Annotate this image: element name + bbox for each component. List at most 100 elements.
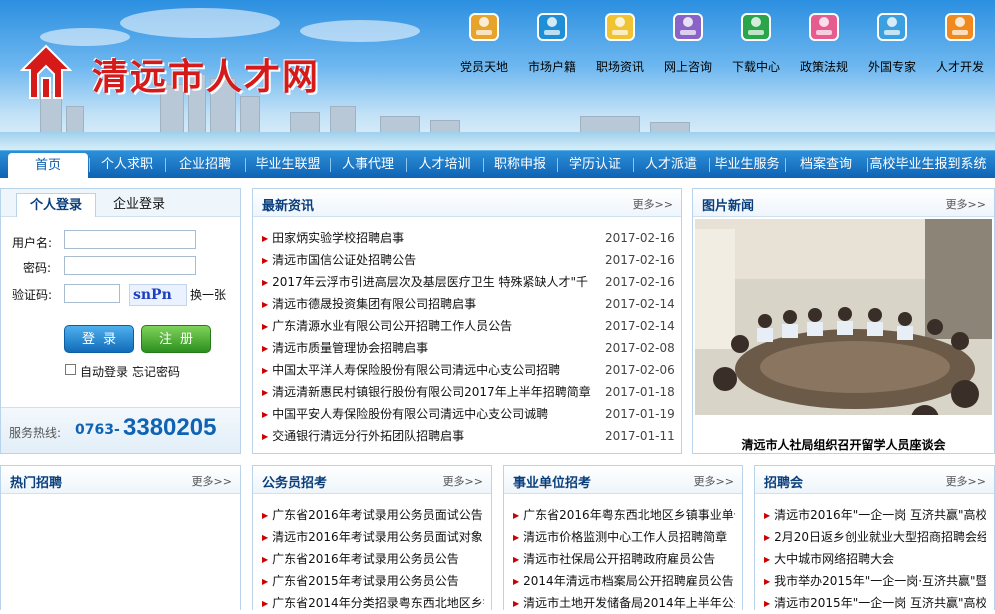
civil-service-panel: 公务员招考 更多>> ▶ 广东省2016年考试录用公务员面试公告 ▶ 清远市2016年… (252, 465, 492, 610)
cloud (120, 8, 280, 38)
register-button[interactable]: 注册 (141, 325, 211, 353)
nav-item-11[interactable]: 高校毕业生报到系统 (868, 151, 988, 179)
bullet-icon: ▶ (764, 599, 771, 608)
news-item-title: 中国太平洋人寿保险股份有限公司清远中心支公司招聘 (272, 363, 561, 377)
photo-news-more-link[interactable]: 更多>> (946, 196, 986, 212)
nav-separator (785, 158, 786, 172)
news-item-date: 2017-02-16 (605, 231, 675, 245)
latest-news-more-link[interactable]: 更多>> (633, 196, 673, 212)
captcha-input[interactable] (64, 284, 120, 303)
news-item-date: 2017-01-19 (605, 407, 675, 421)
login-button[interactable]: 登录 (64, 325, 134, 353)
list-item[interactable]: ▶ 清远市2016年考试录用公务员面试对象 (262, 526, 484, 548)
news-item-date: 2017-01-18 (605, 385, 675, 399)
news-item[interactable]: ▶ 中国太平洋人寿保险股份有限公司清远中心支公司招聘 2017-02-06 (262, 359, 675, 381)
password-input[interactable] (64, 256, 196, 275)
news-item-date: 2017-02-14 (605, 319, 675, 333)
meeting-photo[interactable] (695, 219, 992, 435)
nav-item-7[interactable]: 学历认证 (558, 151, 632, 179)
people-news-icon (600, 6, 640, 46)
login-tabs: 个人登录 企业登录 (1, 189, 240, 217)
refresh-captcha-link[interactable]: 换一张 (190, 286, 226, 303)
list-item[interactable]: ▶ 广东省2014年分类招录粤东西北地区乡镇 (262, 592, 484, 614)
top-nav-item[interactable]: 职场资讯 (588, 6, 652, 76)
nav-item-6[interactable]: 职称申报 (484, 151, 556, 179)
list-item[interactable]: ▶ 大中城市网络招聘大会 (764, 548, 986, 570)
latest-news-title: 最新资讯 (262, 199, 315, 214)
job-fairs-more-link[interactable]: 更多>> (946, 473, 986, 489)
hotline-label: 服务热线: (9, 426, 62, 440)
username-input[interactable] (64, 230, 196, 249)
nav-item-9[interactable]: 毕业生服务 (710, 151, 784, 179)
list-item[interactable]: ▶ 清远市2015年"一企一岗 互济共赢"高校 (764, 592, 986, 614)
top-nav-item[interactable]: 市场户籍 (520, 6, 584, 76)
tab-personal-login[interactable]: 个人登录 (16, 193, 96, 217)
panel-header: 热门招聘 更多>> (1, 466, 240, 494)
news-item[interactable]: ▶ 清远市国信公证处招聘公告 2017-02-16 (262, 249, 675, 271)
site-logo-icon (20, 44, 72, 99)
list-item[interactable]: ▶ 广东省2016年粤东西北地区乡镇事业单位 (513, 504, 735, 526)
list-item-title: 广东省2014年分类招录粤东西北地区乡镇 (272, 596, 484, 610)
top-nav-item[interactable]: 网上咨询 (656, 6, 720, 76)
hot-jobs-more-link[interactable]: 更多>> (192, 473, 232, 489)
nav-item-10[interactable]: 档案查询 (786, 151, 866, 179)
tab-company-login[interactable]: 企业登录 (99, 193, 179, 217)
news-item[interactable]: ▶ 清远市质量管理协会招聘启事 2017-02-08 (262, 337, 675, 359)
captcha-label: 验证码: (12, 288, 53, 302)
list-item[interactable]: ▶ 清远市2016年"一企一岗 互济共赢"高校 (764, 504, 986, 526)
news-item[interactable]: ▶ 清远清新惠民村镇银行股份有限公司2017年上半年招聘简章 2017-01-18 (262, 381, 675, 403)
news-item[interactable]: ▶ 广东清源水业有限公司公开招聘工作人员公告 2017-02-14 (262, 315, 675, 337)
news-item-date: 2017-02-06 (605, 363, 675, 377)
top-nav-item[interactable]: 外国专家 (860, 6, 924, 76)
top-nav-item[interactable]: 人才开发 (928, 6, 992, 76)
auto-login-label: 自动登录 (80, 365, 129, 379)
list-item[interactable]: ▶ 广东省2015年考试录用公务员公告 (262, 570, 484, 592)
list-item-title: 清远市土地开发储备局2014年上半年公开 (523, 596, 735, 610)
nav-item-2[interactable]: 企业招聘 (166, 151, 244, 179)
news-item[interactable]: ▶ 中国平安人寿保险股份有限公司清远中心支公司诚聘 2017-01-19 (262, 403, 675, 425)
list-item[interactable]: ▶ 2月20日返乡创业就业大型招商招聘会经 (764, 526, 986, 548)
list-item[interactable]: ▶ 广东省2016年考试录用公务员公告 (262, 548, 484, 570)
bullet-icon: ▶ (513, 533, 520, 542)
institutions-more-link[interactable]: 更多>> (694, 473, 734, 489)
nav-item-1[interactable]: 个人求职 (90, 151, 164, 179)
news-item[interactable]: ▶ 清远市德晟投资集团有限公司招聘启事 2017-02-14 (262, 293, 675, 315)
forgot-password-link[interactable]: 忘记密码 (132, 363, 180, 380)
list-item[interactable]: ▶ 清远市社保局公开招聘政府雇员公告 (513, 548, 735, 570)
panel-header: 图片新闻 更多>> (693, 189, 994, 217)
list-item[interactable]: ▶ 清远市价格监测中心工作人员招聘简章 (513, 526, 735, 548)
institutions-title: 事业单位招考 (513, 476, 592, 491)
username-label: 用户名: (12, 236, 53, 250)
civil-service-more-link[interactable]: 更多>> (443, 473, 483, 489)
top-nav-label: 外国专家 (867, 60, 916, 74)
hotline-number: 3380205 (123, 414, 217, 441)
list-item[interactable]: ▶ 2014年清远市档案局公开招聘雇员公告 (513, 570, 735, 592)
auto-login-checkbox[interactable] (65, 364, 76, 375)
nav-separator (483, 158, 484, 172)
photo-news-caption[interactable]: 清远市人社局组织召开留学人员座谈会 (693, 436, 994, 453)
nav-item-5[interactable]: 人才培训 (407, 151, 482, 179)
top-nav-item[interactable]: 党员天地 (452, 6, 516, 76)
nav-item-3[interactable]: 毕业生联盟 (246, 151, 330, 179)
bullet-icon: ▶ (513, 599, 520, 608)
list-item[interactable]: ▶ 清远市土地开发储备局2014年上半年公开 (513, 592, 735, 614)
panel-header: 招聘会 更多>> (755, 466, 994, 494)
top-nav-item[interactable]: 政策法规 (792, 6, 856, 76)
list-item-title: 清远市社保局公开招聘政府雇员公告 (523, 552, 716, 566)
top-nav-item[interactable]: 下载中心 (724, 6, 788, 76)
bullet-icon: ▶ (262, 533, 269, 542)
list-item-title: 广东省2015年考试录用公务员公告 (272, 574, 459, 588)
cloud (300, 20, 420, 42)
nav-item-4[interactable]: 人事代理 (331, 151, 405, 179)
nav-item-8[interactable]: 人才派遣 (634, 151, 708, 179)
download-icon (736, 6, 776, 46)
list-item-title: 广东省2016年考试录用公务员面试公告 (272, 508, 483, 522)
nav-item-0[interactable]: 首页 (8, 153, 88, 179)
news-item[interactable]: ▶ 交通银行清远分行外拓团队招聘启事 2017-01-11 (262, 425, 675, 447)
list-item[interactable]: ▶ 我市举办2015年"一企一岗·互济共赢"暨 (764, 570, 986, 592)
news-item[interactable]: ▶ 2017年云浮市引进高层次及基层医疗卫生 特殊紧缺人才"千 2017-02-16 (262, 271, 675, 293)
nav-separator (330, 158, 331, 172)
nav-separator (245, 158, 246, 172)
news-item[interactable]: ▶ 田家炳实验学校招聘启事 2017-02-16 (262, 227, 675, 249)
list-item[interactable]: ▶ 广东省2016年考试录用公务员面试公告 (262, 504, 484, 526)
